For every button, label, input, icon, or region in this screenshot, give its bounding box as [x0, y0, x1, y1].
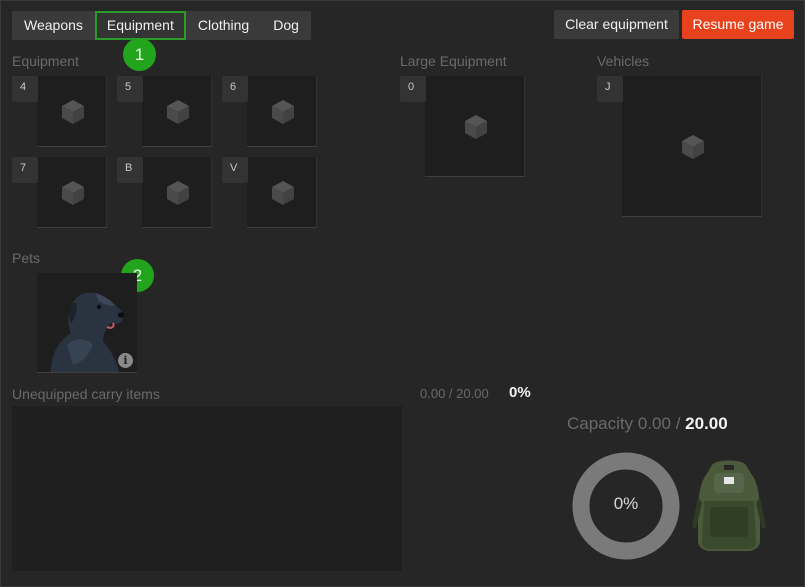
vehicles-section-label: Vehicles	[597, 53, 650, 69]
capacity-readout: Capacity 0.00 / 20.00	[567, 414, 728, 434]
clear-equipment-button[interactable]: Clear equipment	[554, 10, 679, 39]
capacity-separator: /	[670, 414, 686, 433]
equipment-slot-5[interactable]: 5	[117, 76, 212, 147]
hotkey-label: 5	[117, 76, 143, 102]
cube-icon	[62, 181, 84, 205]
step-badge-1: 1	[123, 38, 156, 71]
carry-percent: 0%	[509, 384, 531, 401]
cube-icon	[272, 181, 294, 205]
hotkey-label: 7	[12, 157, 38, 183]
hotkey-label: B	[117, 157, 143, 183]
large-equipment-section-label: Large Equipment	[400, 53, 507, 69]
cube-icon	[682, 135, 704, 159]
cube-icon	[167, 181, 189, 205]
tab-weapons[interactable]: Weapons	[12, 11, 95, 40]
tab-bar: Weapons Equipment Clothing Dog	[12, 11, 311, 40]
tab-equipment[interactable]: Equipment	[94, 11, 186, 40]
tab-dog[interactable]: Dog	[261, 11, 311, 40]
hotkey-label: 0	[400, 76, 426, 102]
capacity-max: 20.00	[685, 414, 728, 433]
equipment-slot-b[interactable]: B	[117, 157, 212, 228]
unequipped-carry-panel[interactable]	[12, 406, 402, 571]
info-icon[interactable]: i	[118, 353, 133, 368]
unequipped-section-label: Unequipped carry items	[12, 386, 160, 402]
hotkey-label: 6	[222, 76, 248, 102]
cube-icon	[465, 115, 487, 139]
large-equipment-slot-0[interactable]: 0	[400, 76, 525, 177]
gauge-percent-label: 0%	[613, 494, 639, 513]
cube-icon	[272, 100, 294, 124]
equipment-slot-6[interactable]: 6	[222, 76, 317, 147]
carry-weight-readout: 0.00 / 20.00	[420, 386, 489, 401]
hotkey-label: V	[222, 157, 248, 183]
equipment-slot-7[interactable]: 7	[12, 157, 107, 228]
pets-section-label: Pets	[12, 250, 41, 266]
cube-icon	[62, 100, 84, 124]
capacity-prefix: Capacity	[567, 414, 638, 433]
pet-slot-dog[interactable]: i	[37, 273, 137, 373]
hotkey-label: J	[597, 76, 623, 102]
backpack-icon	[692, 460, 766, 551]
hotkey-label: 4	[12, 76, 38, 102]
equipment-section-label: Equipment	[12, 53, 79, 69]
equipment-slot-4[interactable]: 4	[12, 76, 107, 147]
equipment-slot-v[interactable]: V	[222, 157, 317, 228]
resume-game-button[interactable]: Resume game	[682, 10, 794, 39]
tab-clothing[interactable]: Clothing	[186, 11, 261, 40]
cube-icon	[167, 100, 189, 124]
capacity-current: 0.00	[637, 414, 671, 433]
vehicle-slot-j[interactable]: J	[597, 76, 762, 217]
